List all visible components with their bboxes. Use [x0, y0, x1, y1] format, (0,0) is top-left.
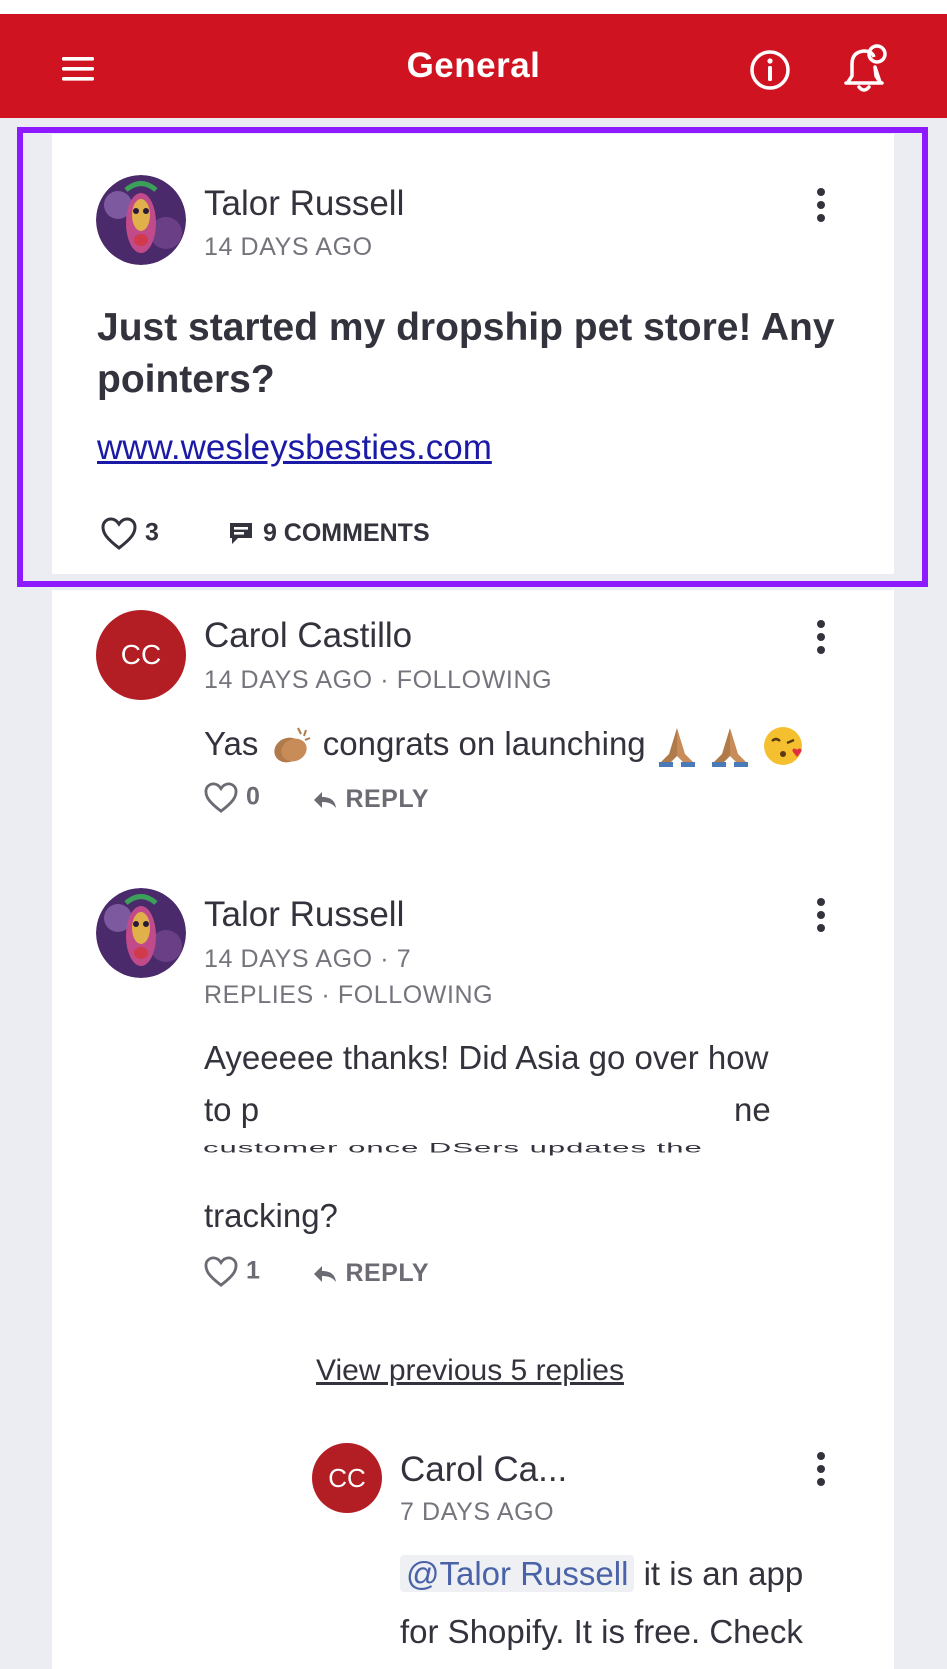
heart-icon	[101, 517, 137, 550]
comment-meta: REPLIES · FOLLOWING	[204, 981, 494, 1009]
post-comments-count: 9 COMMENTS	[262, 519, 430, 547]
comment-author-name[interactable]: Talor Russell	[204, 895, 404, 935]
post-link[interactable]: www.wesleysbesties.com	[97, 428, 492, 468]
comment-like-count: 1	[245, 1256, 260, 1285]
post-like-count: 3	[144, 518, 159, 547]
comment-bubble-icon	[230, 523, 252, 545]
post-body: Just started my dropship pet store! Any …	[97, 306, 835, 401]
comment-more-options-icon[interactable]	[815, 898, 827, 938]
post-more-options-icon[interactable]	[815, 188, 827, 228]
comment-like-button[interactable]: 1	[203, 1256, 260, 1288]
reply-button[interactable]: REPLY	[312, 1259, 429, 1288]
bell-notification-icon[interactable]	[838, 40, 890, 96]
comment-body-line: Ayeeeee thanks! Did Asia go over how	[204, 1039, 769, 1076]
avatar[interactable]: CC	[312, 1443, 382, 1513]
comment-like-count: 0	[245, 782, 260, 811]
clapping-hands-emoji-icon	[273, 727, 310, 763]
avatar[interactable]: CC	[96, 610, 186, 700]
comment-body-line: ne	[734, 1091, 771, 1128]
praying-hands-emoji-icon	[712, 728, 749, 768]
user-mention[interactable]: @Talor Russell	[400, 1555, 635, 1592]
reply-more-options-icon[interactable]	[815, 1452, 827, 1492]
avatar[interactable]	[96, 888, 186, 978]
post-like-button[interactable]: 3	[100, 517, 159, 551]
app-header: General	[0, 14, 947, 118]
comment-body-line: to p	[204, 1091, 260, 1128]
reply-arrow-icon	[314, 792, 336, 809]
avatar[interactable]	[96, 175, 186, 265]
reply-button[interactable]: REPLY	[312, 785, 429, 814]
reply-body-line: @Talor Russell it is an app	[400, 1548, 803, 1600]
comment-meta: 14 DAYS AGO · 7	[204, 945, 412, 973]
heart-icon	[204, 782, 238, 813]
post-timestamp: 14 DAYS AGO	[204, 233, 373, 261]
status-bar-strip	[0, 0, 947, 14]
comment-body-line: customer once DSers updates the	[203, 1140, 703, 1156]
reply-body-line: for Shopify. It is free. Check	[400, 1613, 803, 1650]
info-circle-icon[interactable]	[748, 48, 792, 92]
view-previous-replies-link[interactable]: View previous 5 replies	[316, 1354, 624, 1388]
comment-body-line: tracking?	[204, 1197, 338, 1234]
praying-hands-emoji-icon	[658, 728, 695, 768]
post-author-name[interactable]: Talor Russell	[204, 184, 404, 224]
comment-body: Yas congrats on launching	[204, 718, 805, 770]
heart-icon	[204, 1256, 238, 1287]
face-blowing-kiss-emoji-icon	[764, 727, 803, 766]
reply-author-name[interactable]: Carol Ca...	[400, 1450, 567, 1490]
page-title: General	[406, 46, 541, 85]
post-comments-button[interactable]: 9 COMMENTS	[228, 519, 430, 548]
comment-meta: 14 DAYS AGO · FOLLOWING	[204, 666, 553, 694]
reply-timestamp: 7 DAYS AGO	[400, 1498, 555, 1526]
comment-author-name[interactable]: Carol Castillo	[204, 616, 412, 656]
comment-more-options-icon[interactable]	[815, 620, 827, 660]
reply-arrow-icon	[314, 1266, 336, 1283]
comment-like-button[interactable]: 0	[203, 782, 260, 814]
